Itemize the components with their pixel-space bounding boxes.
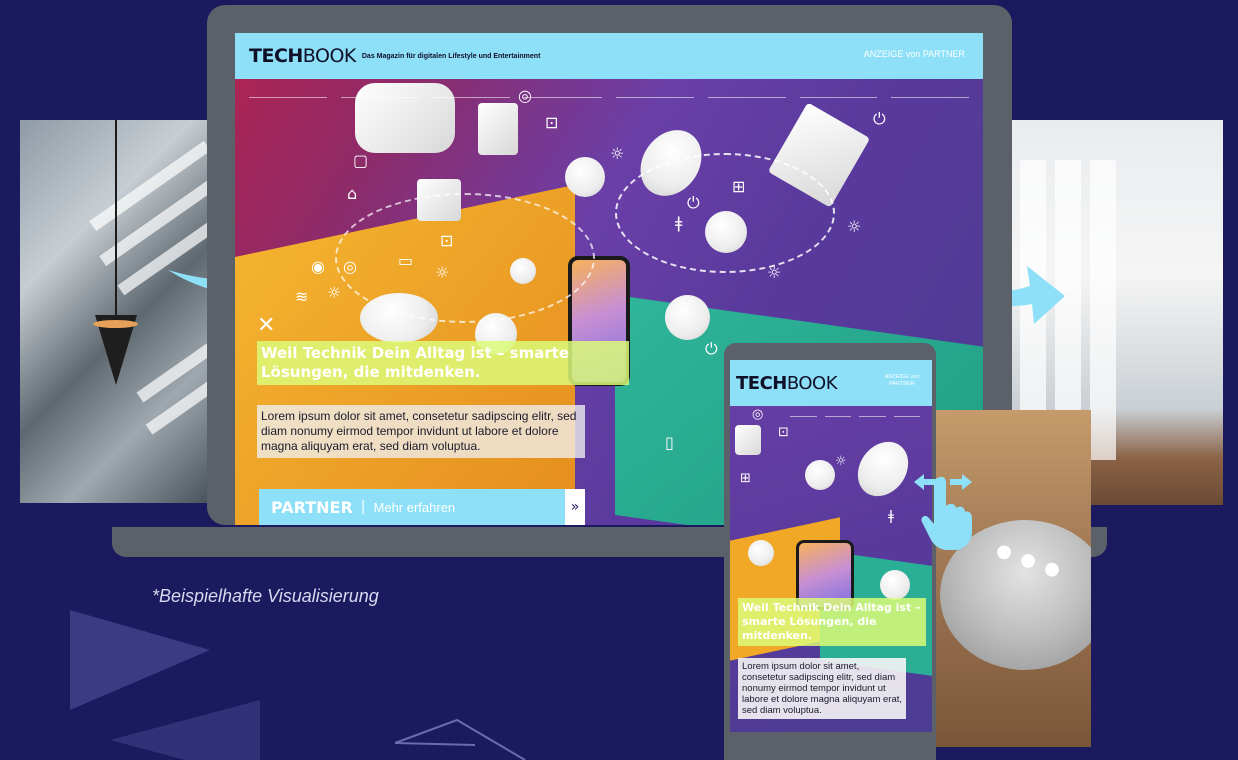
double-chevron-right-icon[interactable]: » bbox=[565, 489, 585, 525]
bulb bbox=[565, 157, 605, 197]
separator: | bbox=[360, 499, 366, 515]
site-header: TECH BOOK ANZEIGE von PARTNER bbox=[730, 360, 932, 406]
lightbulb-icon: ☼ bbox=[327, 283, 342, 302]
thermometer-icon: ǂ bbox=[675, 213, 683, 232]
logo[interactable]: TECH bbox=[736, 373, 787, 394]
smart-plug bbox=[478, 103, 518, 155]
bulb bbox=[665, 295, 710, 340]
close-icon: ✕ bbox=[257, 313, 276, 338]
cta-label: Mehr erfahren bbox=[373, 499, 456, 515]
lightbulb-icon: ☼ bbox=[835, 454, 847, 469]
swipe-hand-icon bbox=[914, 474, 972, 550]
nav-lines bbox=[249, 97, 969, 99]
plug-icon: ⊡ bbox=[778, 425, 789, 440]
article-headline: Weil Technik Dein Alltag ist – smarte Lö… bbox=[738, 598, 926, 646]
camera-icon: ◉ bbox=[311, 257, 325, 276]
tagline: Das Magazin für digitalen Lifestyle und … bbox=[361, 52, 541, 60]
wifi-icon: ≋ bbox=[295, 287, 309, 306]
ad-label: ANZEIGE von PARTNER bbox=[884, 374, 920, 387]
bulb bbox=[805, 460, 835, 490]
logo[interactable]: TECH bbox=[249, 45, 303, 67]
power-icon: ⏻ bbox=[705, 339, 718, 358]
bulb bbox=[880, 570, 910, 600]
power-icon: ⏻ bbox=[687, 193, 700, 212]
tablet-icon: ▢ bbox=[353, 151, 369, 170]
lightbulb-icon: ☼ bbox=[435, 263, 450, 282]
lamp-icon: ⌂ bbox=[347, 184, 358, 203]
lightbulb-icon: ☼ bbox=[847, 217, 862, 236]
smart-speaker-photo: ● ● ● bbox=[935, 410, 1091, 747]
camera-device bbox=[355, 83, 455, 153]
bulb bbox=[748, 540, 774, 566]
caption: *Beispielhafte Visualisierung bbox=[152, 586, 379, 606]
thermometer-icon: ǂ bbox=[888, 509, 894, 524]
decor-triangle bbox=[70, 610, 210, 710]
bulb bbox=[847, 432, 919, 506]
site-header: TECH BOOK Das Magazin für digitalen Life… bbox=[235, 33, 983, 79]
wifi-icon: ◎ bbox=[752, 407, 764, 422]
logo[interactable]: BOOK bbox=[787, 373, 838, 394]
decor-triangle bbox=[110, 700, 260, 760]
lightbulb-icon: ☼ bbox=[610, 144, 625, 163]
ad-label: ANZEIGE von PARTNER bbox=[863, 49, 965, 59]
article-headline: Weil Technik Dein Alltag ist – smarte Lö… bbox=[257, 341, 629, 385]
article-body: Lorem ipsum dolor sit amet, consetetur s… bbox=[738, 658, 906, 719]
plug-icon: ⊞ bbox=[740, 471, 751, 486]
wall-socket-icon: ⊡ bbox=[440, 231, 454, 250]
decor-triangle-outline bbox=[395, 718, 526, 760]
more-info-button[interactable]: PARTNER | Mehr erfahren » bbox=[259, 489, 585, 525]
wifi-icon: ◎ bbox=[518, 86, 532, 105]
phone-screen: ◎ ⊡ ☼ ⊞ ǂ TECH BOOK ANZEIGE von PARTNER … bbox=[730, 360, 932, 732]
lightbulb-icon: ☼ bbox=[767, 263, 782, 282]
tablet-icon: ▯ bbox=[665, 433, 674, 452]
monitor-icon: ▭ bbox=[398, 251, 414, 270]
partner-label: PARTNER bbox=[271, 497, 353, 517]
logo[interactable]: BOOK bbox=[303, 45, 357, 67]
plug-icon: ⊡ bbox=[545, 113, 559, 132]
smart-plug bbox=[735, 425, 761, 455]
camera-icon: ◎ bbox=[343, 257, 357, 276]
plug-icon: ⊞ bbox=[732, 177, 746, 196]
article-body: Lorem ipsum dolor sit amet, consetetur s… bbox=[257, 405, 585, 458]
power-icon: ⏻ bbox=[873, 109, 886, 128]
